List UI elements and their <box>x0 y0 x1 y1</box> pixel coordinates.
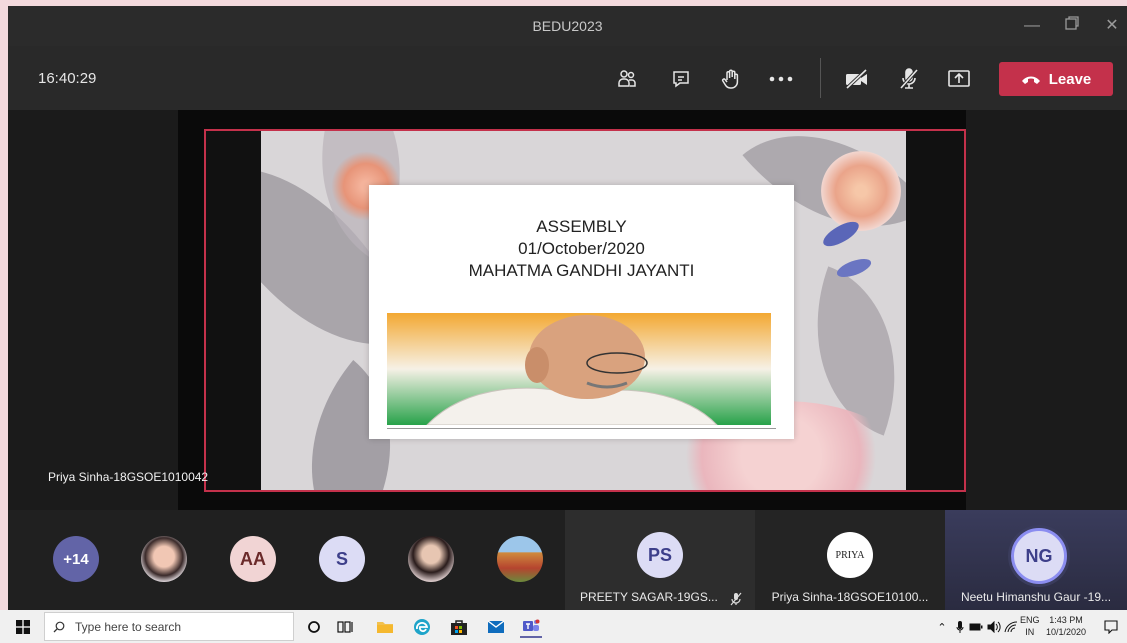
slide-subtitle: MAHATMA GANDHI JAYANTI <box>468 261 695 280</box>
windows-start-icon[interactable] <box>12 616 34 638</box>
taskbar-search-box[interactable]: Type here to search <box>44 612 294 641</box>
participant-initials: NG <box>1011 528 1067 584</box>
teams-meeting-window: BEDU2023 — ✕ 16:40:29 Leave ASSEMBLY 01/… <box>8 6 1127 610</box>
file-explorer-icon[interactable] <box>374 616 396 638</box>
store-icon[interactable] <box>448 616 470 638</box>
raise-hand-icon[interactable] <box>718 66 744 92</box>
taskbar-clock[interactable]: 1:43 PM 10/1/2020 <box>1046 614 1086 638</box>
call-duration: 16:40:29 <box>38 70 97 87</box>
participant-strip: +14 AA S PS PREETY SAGAR-19GS... PRIYA P… <box>8 510 1127 610</box>
participant-initials: PS <box>637 532 683 578</box>
edge-browser-icon[interactable] <box>411 616 433 638</box>
participant-tile-neetu[interactable]: NG Neetu Himanshu Gaur -19... <box>945 510 1127 610</box>
participant-avatar[interactable] <box>497 536 543 582</box>
leaf-decoration <box>834 255 874 281</box>
task-view-icon[interactable] <box>334 616 356 638</box>
title-bar: BEDU2023 — ✕ <box>8 6 1127 46</box>
close-icon[interactable]: ✕ <box>1100 14 1124 38</box>
search-icon <box>53 621 65 632</box>
share-screen-icon[interactable] <box>946 66 972 92</box>
notifications-icon[interactable] <box>1100 616 1122 638</box>
participant-name: PREETY SAGAR-19GS... <box>580 590 718 604</box>
window-title: BEDU2023 <box>532 18 603 34</box>
participants-icon[interactable] <box>614 66 640 92</box>
region-code: IN <box>1025 627 1035 637</box>
overflow-participants-button[interactable]: +14 <box>53 536 99 582</box>
language-indicator[interactable]: ENG IN <box>1020 614 1040 638</box>
flower-decoration <box>821 151 901 231</box>
search-placeholder: Type here to search <box>75 619 182 634</box>
participant-tile-priya[interactable]: PRIYA Priya Sinha-18GSOE10100... <box>755 510 945 610</box>
participant-avatar[interactable] <box>408 536 454 582</box>
participant-avatar[interactable] <box>141 536 187 582</box>
language-code: ENG <box>1020 615 1040 625</box>
meeting-stage: ASSEMBLY 01/October/2020 MAHATMA GANDHI … <box>8 110 1127 510</box>
participant-initials: PRIYA <box>827 532 873 578</box>
cortana-icon[interactable] <box>303 616 325 638</box>
leave-button[interactable]: Leave <box>999 62 1113 96</box>
slide-date: 01/October/2020 <box>518 239 645 258</box>
participant-avatar-aa[interactable]: AA <box>230 536 276 582</box>
slide-underline <box>387 428 776 429</box>
leave-label: Leave <box>1048 70 1092 88</box>
call-toolbar: 16:40:29 Leave <box>8 46 1127 110</box>
slide-title: ASSEMBLY <box>536 217 627 236</box>
clock-time: 1:43 PM <box>1049 615 1083 625</box>
participant-name: Neetu Himanshu Gaur -19... <box>960 590 1112 604</box>
presenter-name-label: Priya Sinha-18GSOE1010042 <box>48 470 209 484</box>
minimize-icon[interactable]: — <box>1020 14 1044 38</box>
windows-taskbar: Type here to search ⌃ ENG IN 1:43 PM 10/… <box>0 610 1127 643</box>
toolbar-divider <box>820 58 821 98</box>
mic-off-icon[interactable] <box>896 66 922 92</box>
restore-icon[interactable] <box>1060 14 1084 38</box>
mail-icon[interactable] <box>485 616 507 638</box>
camera-off-icon[interactable] <box>844 66 870 92</box>
clock-date: 10/1/2020 <box>1046 627 1087 637</box>
chat-icon[interactable] <box>668 66 694 92</box>
teams-icon[interactable] <box>520 616 542 638</box>
more-options-icon[interactable] <box>768 66 794 92</box>
slide-background: ASSEMBLY 01/October/2020 MAHATMA GANDHI … <box>261 131 906 490</box>
participant-avatar-s[interactable]: S <box>319 536 365 582</box>
shared-content-frame: ASSEMBLY 01/October/2020 MAHATMA GANDHI … <box>204 129 966 492</box>
muted-mic-icon <box>730 592 742 606</box>
participant-tile-preety[interactable]: PS PREETY SAGAR-19GS... <box>565 510 755 610</box>
participant-name: Priya Sinha-18GSOE10100... <box>771 590 929 604</box>
hang-up-icon <box>1021 76 1040 84</box>
wifi-icon[interactable] <box>1000 616 1022 638</box>
gandhi-portrait <box>387 313 771 425</box>
slide-card: ASSEMBLY 01/October/2020 MAHATMA GANDHI … <box>369 185 794 439</box>
